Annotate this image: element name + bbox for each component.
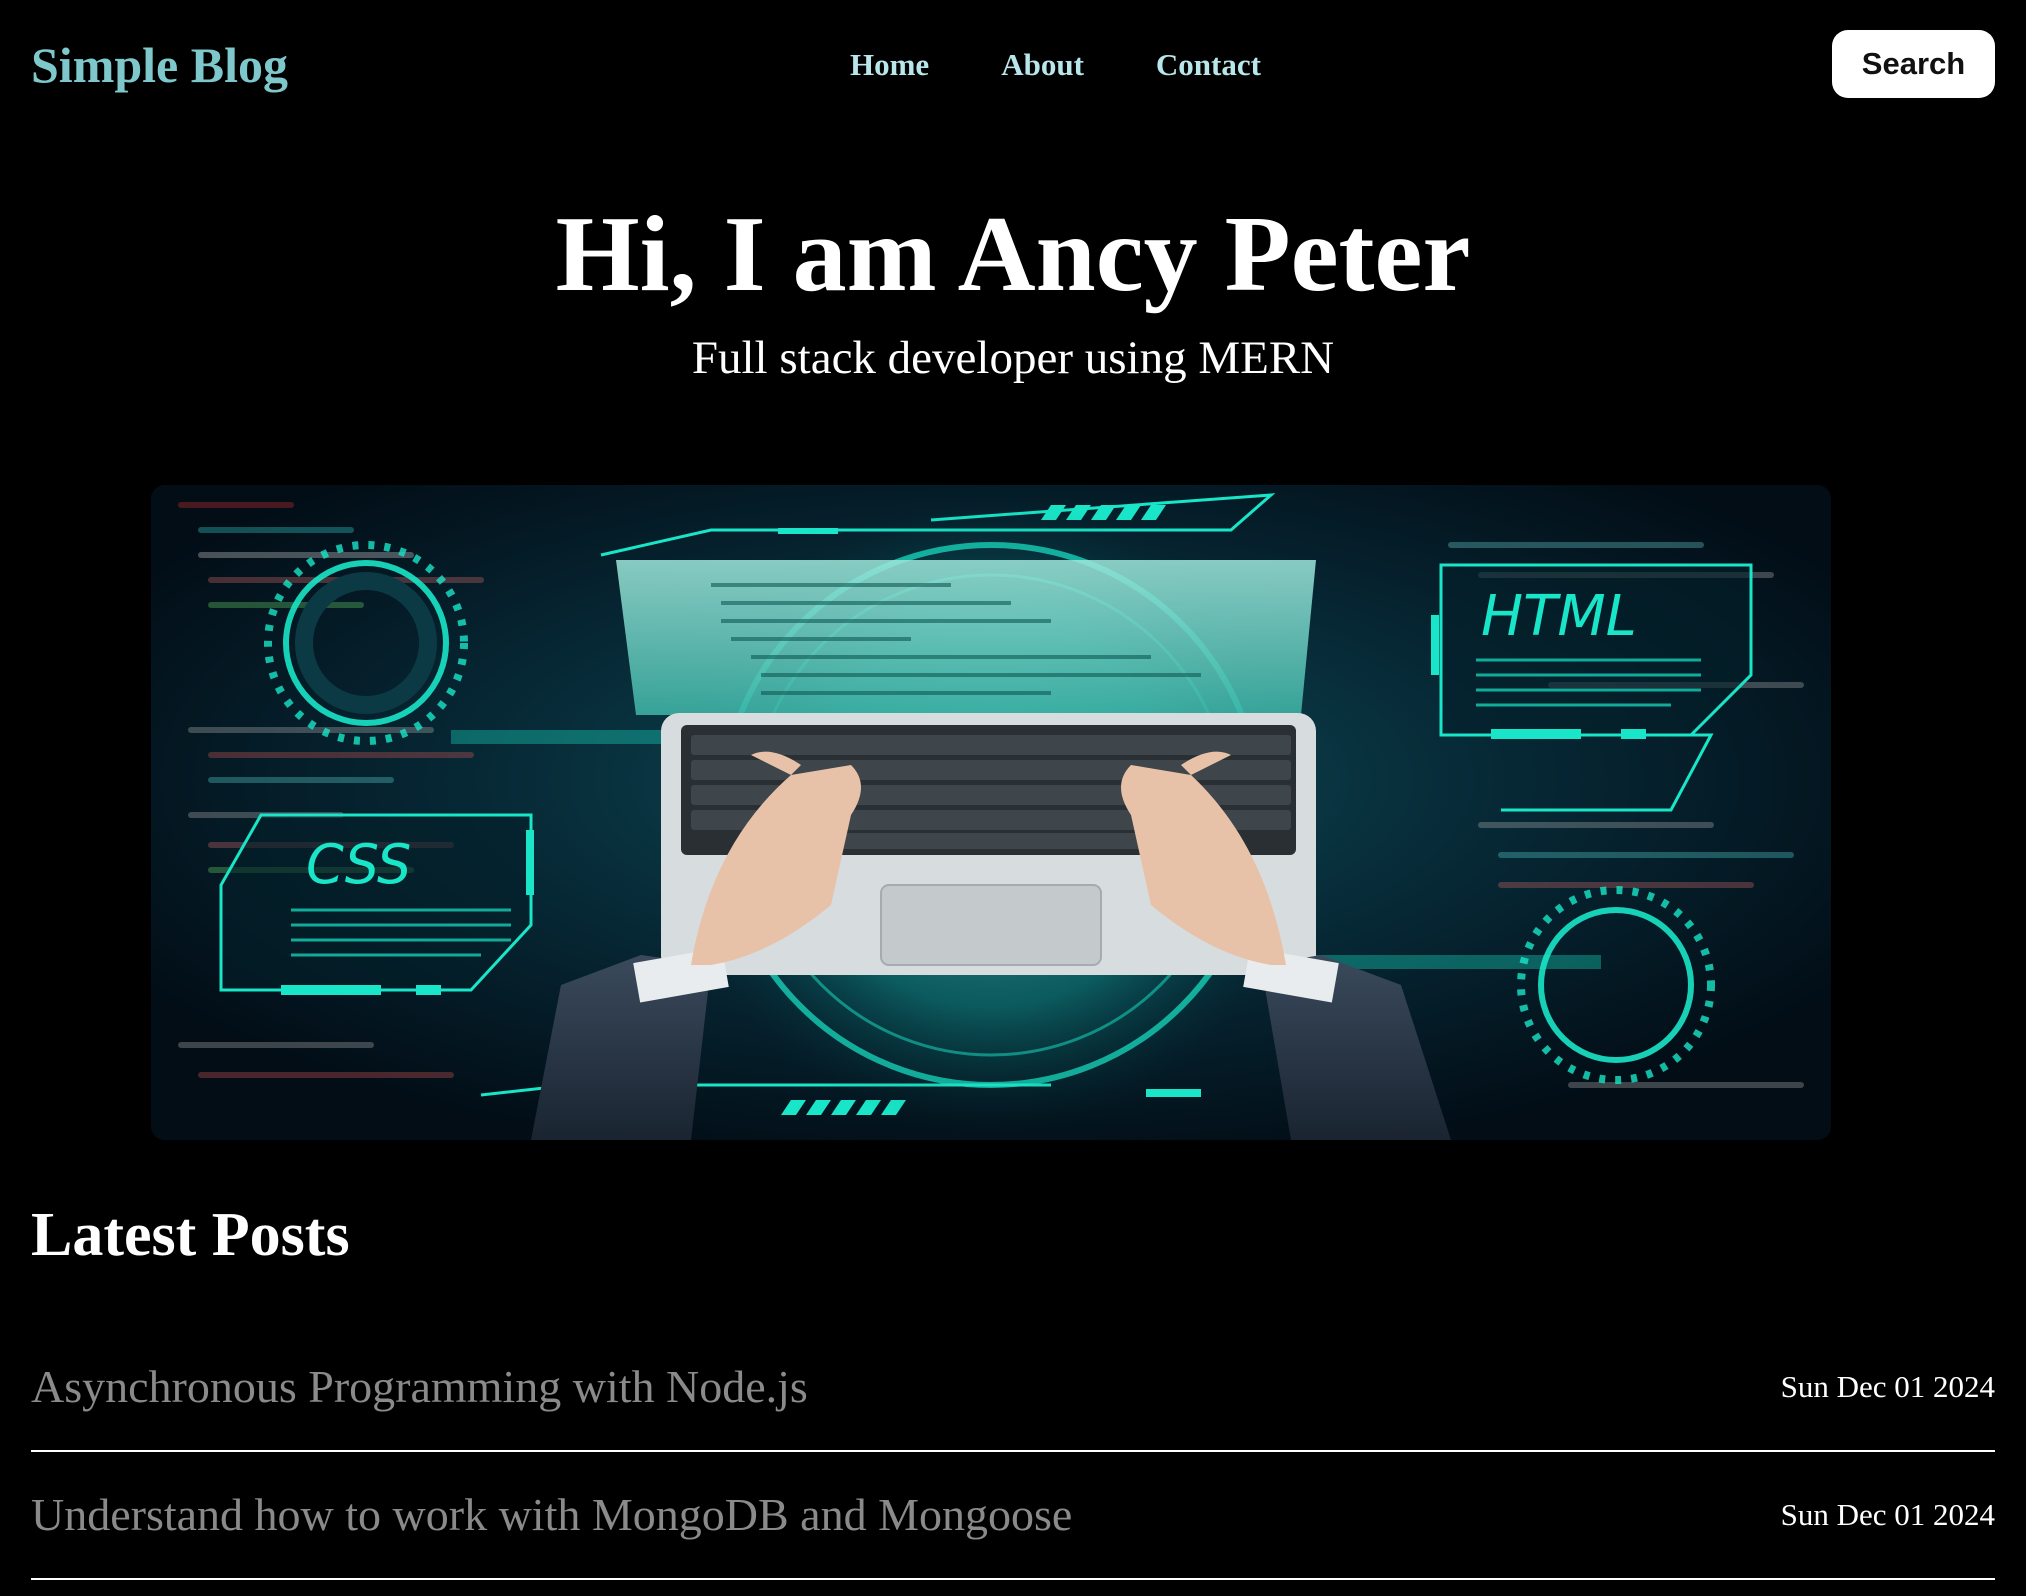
nav-link-about[interactable]: About (1001, 40, 1084, 90)
css-panel: CSS (219, 813, 534, 995)
post-list-item: Asynchronous Programming with Node.js Su… (31, 1324, 1995, 1452)
posts-list: Asynchronous Programming with Node.js Su… (31, 1324, 1995, 1580)
nav-link-home[interactable]: Home (850, 40, 929, 90)
search-button[interactable]: Search (1832, 30, 1995, 98)
hero-title: Hi, I am Ancy Peter (555, 195, 1471, 314)
latest-posts-heading: Latest Posts (31, 1201, 350, 1269)
post-date: Sun Dec 01 2024 (1780, 1497, 1995, 1532)
main-nav: Home About Contact (850, 40, 1261, 90)
hero-image: HTML CSS (151, 485, 1831, 1140)
html-label: HTML (1481, 584, 1637, 649)
site-header: Simple Blog Home About Contact Search (0, 0, 2026, 130)
post-list-item: Understand how to work with MongoDB and … (31, 1452, 1995, 1580)
site-logo[interactable]: Simple Blog (31, 30, 288, 100)
css-label: CSS (306, 833, 411, 896)
hero-subtitle: Full stack developer using MERN (691, 332, 1335, 384)
hero-illustration: HTML CSS (151, 485, 1831, 1140)
post-title-link[interactable]: Asynchronous Programming with Node.js (31, 1357, 808, 1417)
post-date: Sun Dec 01 2024 (1780, 1369, 1995, 1404)
nav-link-contact[interactable]: Contact (1156, 40, 1261, 90)
post-title-link[interactable]: Understand how to work with MongoDB and … (31, 1485, 1072, 1545)
